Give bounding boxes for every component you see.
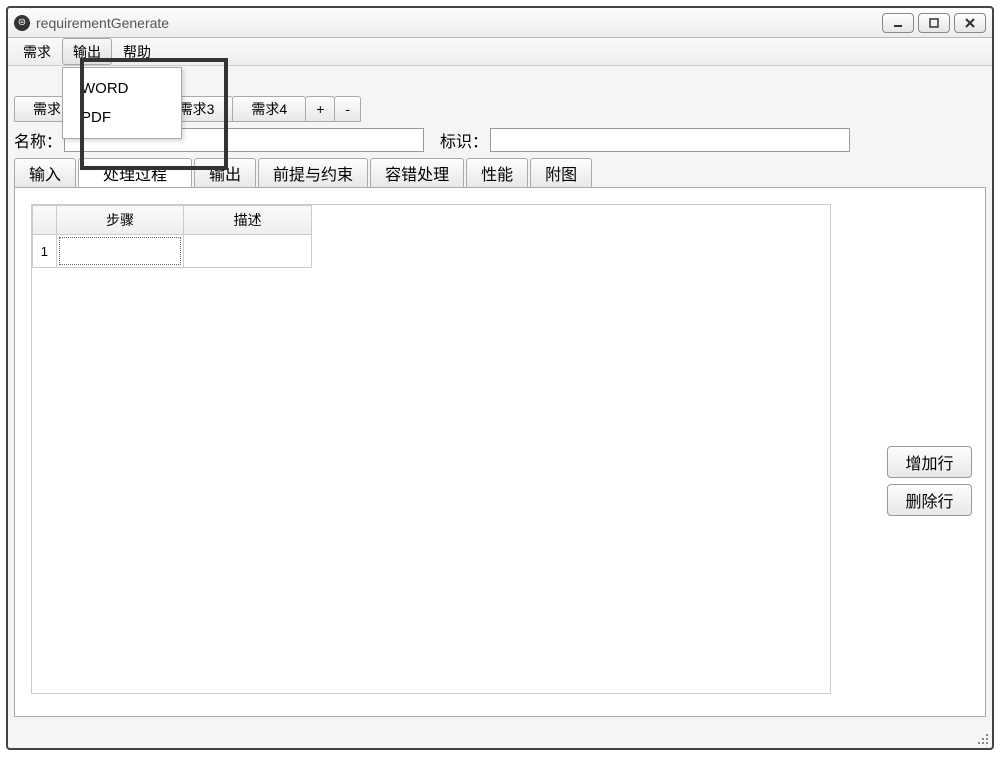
app-icon: ⊜ [14, 15, 30, 31]
process-table: 步骤 描述 1 [32, 205, 312, 268]
window-title: requirementGenerate [36, 15, 169, 31]
add-tab-button[interactable]: + [305, 96, 335, 122]
dropdown-item-word[interactable]: WORD [63, 74, 181, 103]
tab-precondition[interactable]: 前提与约束 [258, 158, 368, 188]
cell-step-input[interactable] [59, 237, 182, 265]
titlebar: ⊜ requirementGenerate [8, 8, 992, 38]
tab-figure[interactable]: 附图 [530, 158, 592, 188]
req-tab-4[interactable]: 需求4 [232, 96, 306, 122]
cell-desc[interactable] [184, 235, 312, 268]
resize-grip[interactable] [976, 732, 990, 746]
menu-item-requirement[interactable]: 需求 [12, 38, 62, 65]
tab-performance[interactable]: 性能 [466, 158, 528, 188]
table-container: 步骤 描述 1 [31, 204, 831, 694]
row-number: 1 [33, 235, 57, 268]
close-button[interactable] [954, 13, 986, 33]
tab-panel: 步骤 描述 1 [14, 187, 986, 717]
tab-output[interactable]: 输出 [194, 158, 256, 188]
id-label: 标识： [440, 128, 488, 152]
name-label: 名称： [14, 128, 62, 152]
tab-fault[interactable]: 容错处理 [370, 158, 464, 188]
tab-process[interactable]: 处理过程 [78, 158, 192, 188]
cell-step[interactable] [56, 235, 184, 268]
table-header-row: 步骤 描述 [33, 206, 312, 235]
menu-item-help[interactable]: 帮助 [112, 38, 162, 65]
export-dropdown: WORD PDF [62, 67, 182, 139]
maximize-button[interactable] [918, 13, 950, 33]
dropdown-item-pdf[interactable]: PDF [63, 103, 181, 132]
window-frame: ⊜ requirementGenerate 需求 输出 WORD PDF 帮助 … [6, 6, 994, 750]
id-input[interactable] [490, 128, 850, 152]
tab-input[interactable]: 输入 [14, 158, 76, 188]
minimize-button[interactable] [882, 13, 914, 33]
delete-row-button[interactable]: 删除行 [887, 484, 972, 516]
window-controls [882, 13, 986, 33]
th-rownum [33, 206, 57, 235]
content-area: 需求1 需求2 需求3 需求4 + - 名称： 标识： 输入 处理过程 输出 前… [8, 66, 992, 723]
menu-item-export-label: 输出 [73, 42, 101, 62]
side-buttons: 增加行 删除行 [887, 446, 972, 516]
th-desc: 描述 [184, 206, 312, 235]
inner-tabs: 输入 处理过程 输出 前提与约束 容错处理 性能 附图 [14, 158, 986, 188]
remove-tab-button[interactable]: - [334, 96, 361, 122]
menu-item-export[interactable]: 输出 WORD PDF [62, 38, 112, 65]
add-row-button[interactable]: 增加行 [887, 446, 972, 478]
table-row[interactable]: 1 [33, 235, 312, 268]
th-step: 步骤 [56, 206, 184, 235]
menubar: 需求 输出 WORD PDF 帮助 [8, 38, 992, 66]
